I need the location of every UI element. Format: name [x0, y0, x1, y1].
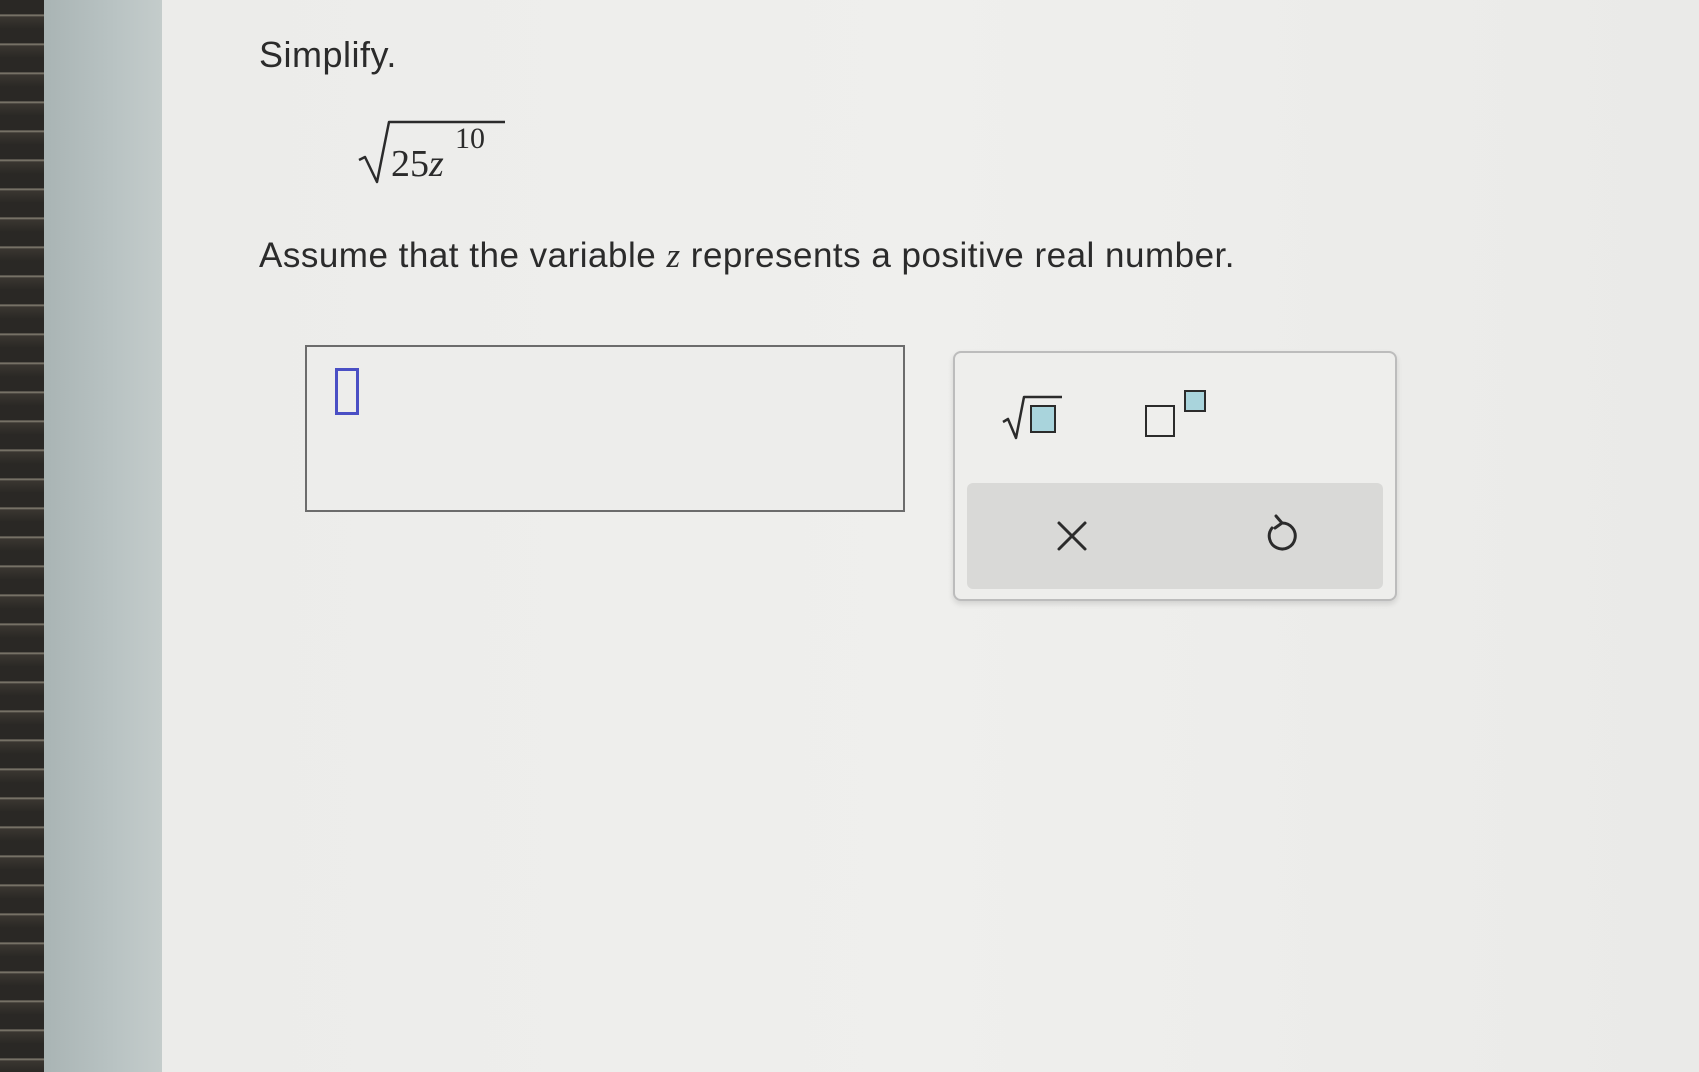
sqrt-button[interactable] [1000, 388, 1066, 444]
assumption-variable: z [666, 236, 681, 275]
radicand-coefficient: 25 [391, 143, 429, 185]
assumption-before: Assume that the variable [259, 236, 667, 275]
math-toolbar [953, 351, 1397, 601]
instruction-text: Simplify. [259, 34, 397, 75]
monitor-bezel [0, 0, 44, 1072]
math-expression: 25z 10 [355, 112, 515, 192]
answer-placeholder-box[interactable] [335, 368, 359, 415]
undo-icon [1267, 514, 1297, 551]
sqrt-icon [1002, 395, 1062, 440]
exponent: 10 [455, 122, 485, 155]
superscript-icon [1145, 390, 1206, 437]
answer-input[interactable] [305, 345, 905, 512]
clear-icon [1057, 521, 1087, 551]
undo-button[interactable] [1255, 511, 1305, 561]
radicand-variable: z [429, 143, 444, 185]
assumption-text: Assume that the variable z represents a … [259, 236, 1235, 276]
assumption-after: represents a positive real number. [680, 236, 1236, 275]
clear-button[interactable] [1047, 511, 1097, 561]
side-panel [44, 0, 162, 1072]
action-bar [967, 483, 1383, 589]
radicand: 25z [391, 142, 444, 186]
superscript-button[interactable] [1140, 388, 1210, 444]
